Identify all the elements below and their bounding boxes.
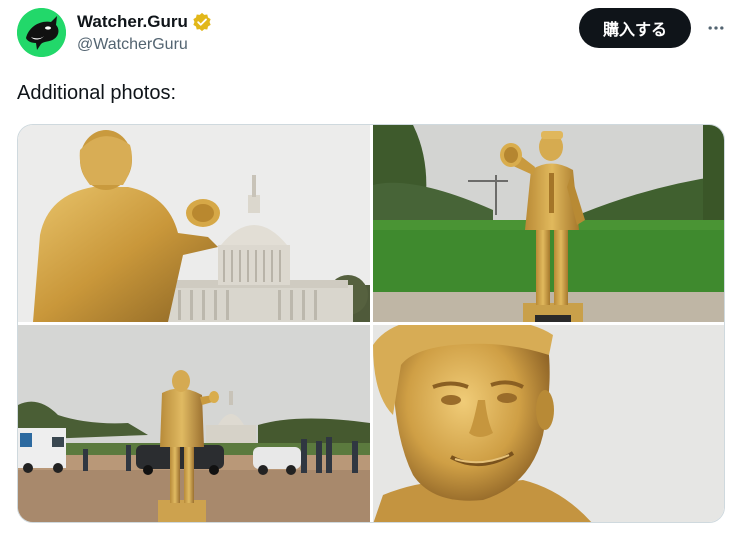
more-dots-icon[interactable] [701,13,731,43]
account-handle[interactable]: @WatcherGuru [77,36,188,54]
tweet-header: Watcher.Guru @WatcherGuru 購入する [17,8,731,58]
name-row: Watcher.Guru [77,12,212,32]
media-grid [17,124,725,523]
photo-statue-back-capitol[interactable] [18,125,370,322]
photo-statue-wide-crowd[interactable] [18,325,370,522]
display-name[interactable]: Watcher.Guru [77,12,188,32]
verified-badge-icon [192,12,212,32]
tweet-text: Additional photos: [17,82,177,104]
photo-statue-face-closeup[interactable] [373,325,724,522]
buy-button[interactable]: 購入する [579,8,691,48]
photo-statue-front-mall[interactable] [373,125,724,322]
avatar[interactable] [17,8,66,57]
orca-logo-icon [17,8,66,57]
